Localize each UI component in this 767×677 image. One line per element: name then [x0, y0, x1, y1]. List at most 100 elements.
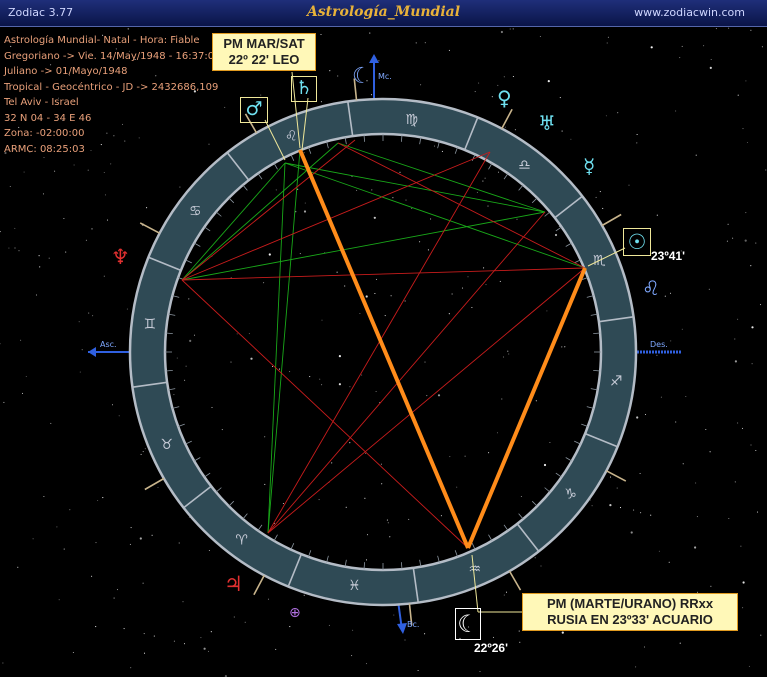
degree-tick [531, 197, 538, 204]
degree-tick [290, 154, 295, 161]
callout-title: PM MAR/SAT [223, 36, 305, 51]
degree-tick [185, 440, 192, 445]
house-cusps [139, 78, 627, 626]
degree-tick [488, 534, 493, 541]
house-cusp [144, 477, 165, 491]
degree-tick [242, 513, 248, 520]
leader-lines [264, 71, 626, 613]
house-cusp [139, 222, 160, 234]
degree-tick [531, 500, 538, 507]
degree-tick [215, 487, 222, 493]
moon-degree-label: 22º26' [474, 641, 508, 655]
degree-tick [204, 472, 211, 478]
degree-tick [555, 226, 562, 232]
zodiac-sign-glyph: ♋ [189, 204, 202, 220]
degree-ticks [165, 134, 601, 570]
mars-icon[interactable]: ♂ [240, 97, 268, 123]
callout-title: PM (MARTE/URANO) RRxx [546, 596, 714, 611]
degree-tick [581, 423, 588, 427]
chart-info-panel: Astrología Mundial- Natal - Hora: Fiable… [4, 33, 220, 157]
degree-tick [204, 226, 211, 232]
degree-tick [518, 513, 524, 520]
aspect-line [181, 211, 546, 281]
degree-tick [178, 423, 185, 427]
zodiac-sign-glyph: ♎ [518, 157, 531, 173]
app-window: Zodiac 3.77 Astrología_Mundial www.zodia… [0, 0, 767, 677]
degree-tick [488, 163, 493, 170]
degree-tick [257, 524, 263, 531]
callout-degree: 22º 22' LEO [228, 52, 300, 67]
zodiac-sign-glyph: ♏ [593, 253, 606, 269]
aspect-line [267, 151, 491, 534]
mars-uranus-midpoint-callout: PM (MARTE/URANO) RRxx RUSIA EN 23º33' AC… [522, 593, 738, 631]
zodiac-sign-glyph: ♒ [469, 561, 482, 577]
degree-tick [228, 197, 235, 204]
zodiac-sign-glyph: ♐ [610, 374, 623, 390]
degree-tick [471, 154, 476, 161]
degree-tick [518, 184, 524, 191]
house-cusp [508, 570, 522, 591]
degree-tick [194, 242, 201, 247]
house-cusp [601, 213, 622, 227]
des-label: Des. [650, 340, 668, 349]
degree-tick [454, 550, 458, 557]
venus-icon[interactable]: ♀ [497, 86, 512, 110]
degree-tick [565, 457, 572, 462]
zodiac-ring [131, 100, 635, 604]
info-line: Tel Aviv - Israel [4, 97, 79, 108]
degree-tick [574, 440, 581, 445]
degree-tick [555, 472, 562, 478]
moon-node-icon[interactable]: ☾ [352, 64, 372, 89]
house-cusp [253, 575, 265, 596]
degree-tick [565, 242, 572, 247]
zodiac-sign-glyph: ♑ [564, 486, 577, 502]
zodiac-sign-glyph: ♓ [348, 578, 361, 594]
bc-label: Bc. [407, 620, 419, 629]
house-cusp [606, 470, 627, 482]
highlight-line [298, 149, 470, 549]
moon-icon[interactable]: ☾ [455, 608, 481, 640]
degree-tick [242, 184, 248, 191]
mercury-icon[interactable]: ☿ [583, 154, 595, 178]
sun-icon[interactable]: ☉ [623, 228, 651, 256]
part-of-fortune-icon[interactable]: ⊕ [289, 605, 301, 621]
degree-tick [574, 259, 581, 264]
leo-node-icon[interactable]: ♌ [642, 276, 660, 300]
info-line: 32 N 04 - 34 E 46 [4, 112, 92, 124]
aspect-line [267, 162, 286, 534]
info-line: Tropical - Geocéntrico - JD -> 2432686,1… [4, 81, 219, 93]
zodiac-sign-glyph: ♊ [144, 316, 157, 332]
aspect-line [181, 267, 586, 281]
asc-label: Asc. [100, 340, 117, 349]
neptune-icon[interactable]: ♆ [111, 245, 130, 269]
degree-tick [215, 211, 222, 217]
degree-tick [544, 211, 551, 217]
zodiac-sign-glyph: ♍ [405, 112, 418, 128]
sun-degree-label: 23º41' [651, 249, 685, 263]
degree-tick [308, 550, 312, 557]
info-line: Gregoriano -> Vie. 14/May/1948 - 16:37:0… [4, 50, 221, 62]
uranus-icon[interactable]: ♅ [538, 111, 556, 135]
house-cusp [501, 108, 513, 129]
degree-tick [257, 173, 263, 180]
aspect-line [267, 267, 586, 534]
degree-tick [544, 487, 551, 493]
asc-arrow [88, 347, 96, 357]
mc-arrow [369, 54, 379, 63]
zodiac-sign-glyph: ♉ [160, 437, 173, 453]
degree-tick [503, 173, 509, 180]
saturn-icon[interactable]: ♄ [291, 76, 317, 102]
callout-detail: RUSIA EN 23º33' ACUARIO [547, 612, 713, 627]
degree-tick [185, 259, 192, 264]
degree-tick [194, 457, 201, 462]
mars-saturn-midpoint-callout: PM MAR/SAT 22º 22' LEO [212, 33, 316, 71]
bc-arrow [397, 623, 407, 634]
info-line: Juliano -> 01/Mayo/1948 [4, 66, 128, 77]
degree-tick [308, 147, 312, 154]
degree-tick [228, 500, 235, 507]
aspect-line [267, 149, 301, 534]
info-line: Astrología Mundial- Natal - Hora: Fiable [4, 35, 200, 46]
degree-tick [273, 163, 278, 170]
zodiac-sign-glyph: ♌ [285, 129, 298, 145]
jupiter-icon[interactable]: ♃ [224, 572, 243, 596]
